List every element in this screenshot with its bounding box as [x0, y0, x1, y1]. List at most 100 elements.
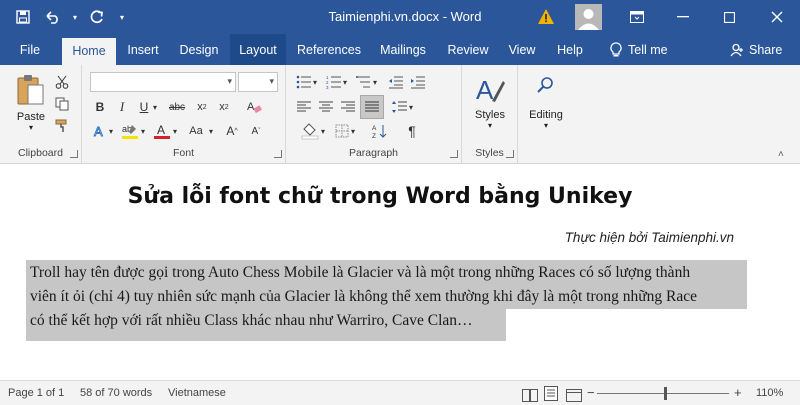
decrease-indent-icon[interactable]: [386, 72, 406, 92]
user-avatar[interactable]: [575, 4, 602, 30]
tab-mailings[interactable]: Mailings: [372, 34, 434, 65]
close-button[interactable]: [754, 0, 800, 34]
italic-button[interactable]: I: [112, 97, 132, 117]
document-page[interactable]: Sửa lỗi font chữ trong Word bằng Unikey …: [0, 164, 800, 380]
read-mode-icon[interactable]: [522, 387, 538, 402]
font-group-label: Font: [172, 147, 194, 159]
subscript-button[interactable]: x2: [192, 97, 212, 117]
text-effects-dropdown-icon[interactable]: ▾: [106, 121, 116, 141]
shading-icon[interactable]: [300, 121, 320, 141]
customize-qat-icon[interactable]: ▾: [114, 4, 130, 30]
align-right-icon[interactable]: [338, 97, 358, 117]
chevron-down-icon: ▾: [227, 76, 232, 86]
numbering-dropdown-icon[interactable]: ▾: [340, 72, 350, 92]
increase-indent-icon[interactable]: [408, 72, 428, 92]
svg-text:A: A: [476, 75, 494, 105]
svg-text:Z: Z: [372, 133, 376, 139]
show-formatting-marks-icon[interactable]: ¶: [402, 121, 422, 141]
language-indicator[interactable]: Vietnamese: [168, 381, 226, 405]
superscript-button[interactable]: x2: [214, 97, 234, 117]
paste-dropdown-icon: ▾: [28, 123, 33, 132]
font-size-dropdown[interactable]: ▾: [238, 72, 278, 92]
editing-button[interactable]: Editing ▾: [524, 71, 568, 130]
clear-formatting-icon[interactable]: A: [244, 97, 264, 117]
title-bar: ▾ ▾ Taimienphi.vn.docx - Word: [0, 0, 800, 34]
styles-launcher-icon[interactable]: [506, 150, 514, 158]
shading-dropdown-icon[interactable]: ▾: [318, 121, 328, 141]
multilevel-dropdown-icon[interactable]: ▾: [370, 72, 380, 92]
minimize-button[interactable]: [660, 0, 706, 34]
undo-dropdown-icon[interactable]: ▾: [70, 4, 80, 30]
maximize-button[interactable]: [706, 0, 752, 34]
justify-button[interactable]: [360, 95, 384, 119]
cut-icon[interactable]: [52, 72, 72, 92]
change-case-dropdown-icon[interactable]: ▾: [206, 121, 216, 141]
print-layout-icon[interactable]: [544, 386, 558, 401]
clipboard-group: Paste ▾ Clipboard: [0, 65, 82, 163]
highlight-color-icon[interactable]: ab: [120, 121, 140, 141]
tab-layout[interactable]: Layout: [230, 34, 286, 65]
underline-dropdown-icon[interactable]: ▾: [150, 97, 160, 117]
align-left-icon[interactable]: [294, 97, 314, 117]
styles-icon: A: [476, 75, 505, 105]
svg-text:3: 3: [326, 85, 329, 89]
tab-view[interactable]: View: [502, 34, 542, 65]
styles-dropdown-icon: ▾: [487, 121, 492, 130]
svg-text:A: A: [247, 101, 255, 113]
highlight-dropdown-icon[interactable]: ▾: [138, 121, 148, 141]
paste-icon: [17, 75, 44, 105]
tab-help[interactable]: Help: [548, 34, 592, 65]
page-count[interactable]: Page 1 of 1: [8, 381, 64, 405]
sort-icon[interactable]: AZ: [370, 121, 390, 141]
zoom-in-button[interactable]: +: [734, 381, 742, 405]
zoom-percentage[interactable]: 110%: [756, 381, 783, 405]
font-color-dropdown-icon[interactable]: ▾: [170, 121, 180, 141]
align-center-icon[interactable]: [316, 97, 336, 117]
tab-design[interactable]: Design: [172, 34, 226, 65]
strikethrough-button[interactable]: abc: [166, 97, 188, 117]
justify-icon: [365, 101, 379, 112]
zoom-slider-thumb[interactable]: [663, 387, 667, 400]
web-layout-icon[interactable]: [566, 387, 582, 402]
clipboard-group-label: Clipboard: [18, 147, 63, 159]
document-credit[interactable]: Thực hiện bởi Taimienphi.vn: [0, 230, 734, 245]
tab-review[interactable]: Review: [440, 34, 496, 65]
redo-icon[interactable]: [84, 4, 110, 30]
paragraph-line: có thể kết hợp với rất nhiều Class khác …: [30, 312, 473, 329]
change-case-button[interactable]: Aa: [184, 121, 208, 141]
word-count[interactable]: 58 of 70 words: [80, 381, 152, 405]
borders-dropdown-icon[interactable]: ▾: [348, 121, 358, 141]
warning-icon[interactable]: [537, 8, 555, 26]
tab-insert[interactable]: Insert: [118, 34, 168, 65]
bold-button[interactable]: B: [90, 97, 110, 117]
selected-paragraph[interactable]: Troll hay tên được gọi trong Auto Chess …: [30, 261, 742, 333]
svg-text:A: A: [372, 125, 377, 132]
ribbon-display-options-icon[interactable]: [614, 0, 660, 34]
paragraph-launcher-icon[interactable]: [450, 150, 458, 158]
zoom-out-button[interactable]: −: [587, 381, 595, 405]
font-launcher-icon[interactable]: [274, 150, 282, 158]
font-group: ▾ ▾ B I U ▾ abc x2 x2 A A ▾ ab ▾ A ▾ Aa …: [82, 65, 286, 163]
tab-file[interactable]: File: [8, 34, 52, 65]
grow-font-button[interactable]: A ^: [222, 121, 242, 141]
font-name-dropdown[interactable]: ▾: [90, 72, 236, 92]
copy-icon[interactable]: [52, 94, 72, 114]
shrink-font-button[interactable]: Aˇ: [246, 121, 266, 141]
svg-text:A: A: [157, 123, 165, 137]
line-spacing-dropdown-icon[interactable]: ▾: [406, 97, 416, 117]
undo-icon[interactable]: [40, 4, 66, 30]
share-button[interactable]: Share: [730, 34, 782, 65]
tell-me-search[interactable]: Tell me: [610, 34, 668, 65]
bullets-dropdown-icon[interactable]: ▾: [310, 72, 320, 92]
font-color-icon[interactable]: A: [152, 121, 172, 141]
styles-button[interactable]: A Styles ▾: [468, 71, 512, 130]
paste-button[interactable]: Paste ▾: [12, 71, 50, 132]
format-painter-icon[interactable]: [52, 116, 72, 136]
document-heading[interactable]: Sửa lỗi font chữ trong Word bằng Unikey: [0, 184, 760, 209]
collapse-ribbon-icon[interactable]: ˄: [778, 149, 784, 160]
tab-home[interactable]: Home: [62, 38, 116, 65]
clipboard-launcher-icon[interactable]: [70, 150, 78, 158]
tab-references[interactable]: References: [292, 34, 366, 65]
save-icon[interactable]: [10, 4, 36, 30]
editing-label: Editing: [529, 109, 563, 121]
